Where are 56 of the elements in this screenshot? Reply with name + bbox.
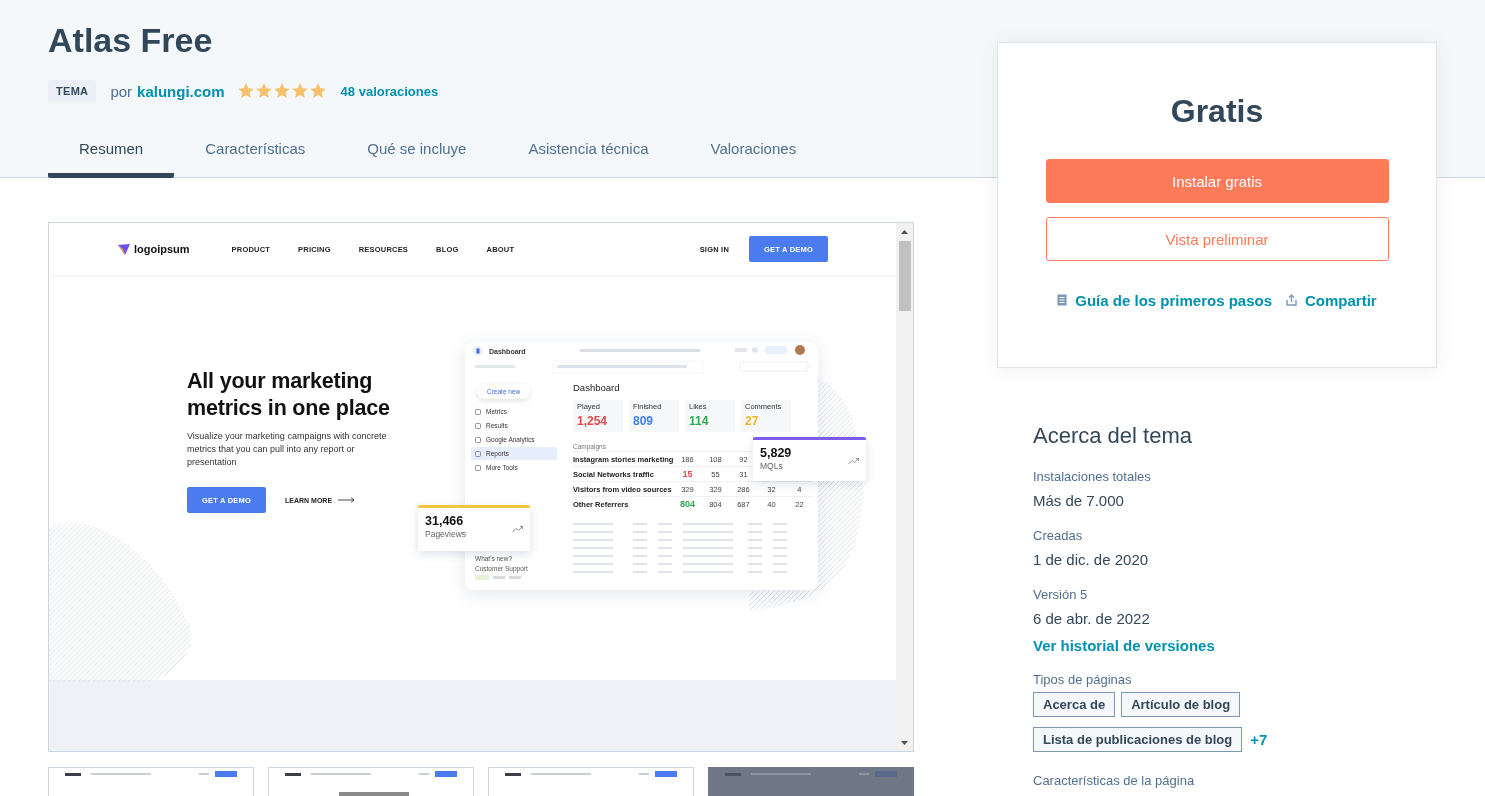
document-icon [1057,294,1068,306]
dashboard-title: Dashboard [573,381,621,395]
stat-value: 809 [633,414,655,429]
version-history-link[interactable]: Ver historial de versiones [1033,635,1215,657]
fact-label: Versión 5 [1033,586,1089,604]
star-icon [254,82,273,100]
thumbnail[interactable] [708,767,914,796]
tab[interactable]: Asistencia técnica [497,124,680,178]
fact-label: Creadas [1033,527,1084,545]
scrollbar-thumb[interactable] [898,241,911,311]
trend-icon [512,526,523,533]
trend-icon [848,458,859,465]
section-title: Acerca del tema [1033,422,1193,450]
price-label: Gratis [1169,92,1265,131]
page-type-tag: Acerca de [1033,692,1116,717]
star-icon [308,82,327,100]
page-title: Atlas Free [48,20,214,60]
fact-label: Tipos de páginas [1033,671,1133,689]
tag-row-drawing [475,575,521,580]
metric-value: 31,466 [425,514,465,528]
fact-label: Características de la página [1033,772,1196,790]
arrow-icon [338,497,357,503]
tab[interactable]: Valoraciones [679,124,828,178]
site-logo: logoipsum [117,242,190,256]
author-prefix: por [110,82,133,100]
fact-value: 6 de abr. de 2022 [1033,609,1151,629]
fact-value: 1 de dic. de 2020 [1033,550,1150,570]
guide-link[interactable]: Guía de los primeros pasos [1057,291,1272,309]
star-icon [290,82,309,100]
tab[interactable]: Características [174,124,337,178]
caret-up-icon [901,229,908,234]
page-type-tag: Artículo de blog [1121,692,1241,717]
tab[interactable]: Resumen [48,124,175,178]
stat-value: 1,254 [577,414,609,429]
fact-value: Más de 7.000 [1033,491,1125,511]
reviews-link[interactable]: 48 valoraciones [340,83,439,99]
star-icon [236,82,255,100]
page-type-tag: Lista de publicaciones de blog [1033,727,1243,752]
share-icon [1286,294,1297,306]
type-badge: TEMA [48,80,97,102]
hero-heading: All your marketing metrics in one place [187,368,391,422]
stat-value: 114 [689,414,710,429]
stat-value: 27 [745,414,760,429]
table-cell-text: 15 [681,469,694,479]
caret-down-icon [901,740,908,745]
fact-label: Instalaciones totales [1033,468,1152,486]
star-icon [272,82,291,100]
metric-value: 5,829 [760,446,792,460]
metric-label: Pageviews [425,529,467,539]
tab[interactable]: Qué se incluye [336,124,498,178]
app-logo-icon [473,346,483,356]
hero-text: Visualize your marketing campaigns with concrete metrics that you can pull into any report or presentation [187,430,387,469]
share-link[interactable]: Compartir [1286,291,1377,309]
metric-label: MQLs [760,461,784,471]
more-tags-link[interactable]: +7 [1250,728,1268,751]
table-cell-text: 804 [678,499,696,509]
